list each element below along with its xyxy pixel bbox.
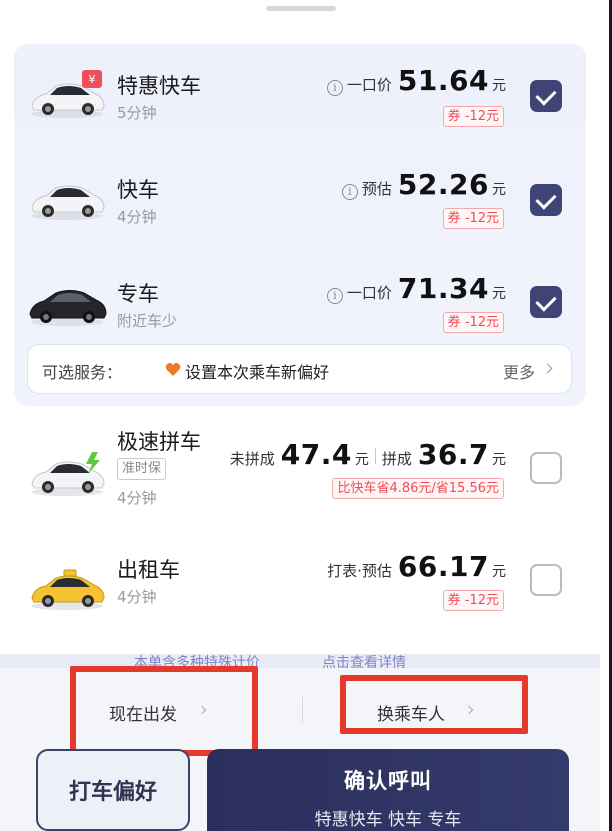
ride-option-carpool[interactable]: 极速拼车 4分钟 未拼成 47.4 元 拼成 36.7 元 比快车省4.86元/… — [0, 410, 600, 510]
optional-services-bar[interactable]: 可选服务： 设置本次乘车新偏好 更多 — [27, 344, 572, 394]
white-car-coupon-icon: ¥ — [26, 68, 108, 122]
option-checkbox[interactable] — [530, 184, 562, 216]
highlight-box-depart — [70, 666, 258, 756]
coupon-badge: 券 -12元 — [442, 590, 504, 611]
price-unit: 元 — [492, 182, 506, 198]
price-unit: 元 — [492, 286, 506, 302]
coupon-badge: 券 -12元 — [442, 106, 504, 127]
option-name: 特惠快车 — [117, 74, 201, 98]
ride-option-zhuanche[interactable]: 专车 附近车少 i 一口价 71.34 元 券 -12元 — [0, 252, 600, 352]
eta-text: 4分钟 — [117, 489, 157, 507]
price-line: i 预估 52.26 元 — [341, 168, 506, 201]
info-icon[interactable]: i — [326, 288, 343, 304]
price-value: 66.17 — [397, 550, 489, 583]
pooled-label: 拼成 — [381, 450, 412, 468]
coupon-badge: 券 -12元 — [442, 312, 504, 333]
unpooled-price: 47.4 — [280, 438, 352, 471]
price-label: 一口价 — [346, 284, 392, 302]
price-line: 打表·预估 66.17 元 — [327, 550, 506, 583]
price-label: 打表·预估 — [327, 562, 392, 580]
preference-link[interactable]: 设置本次乘车新偏好 — [185, 359, 329, 383]
option-checkbox[interactable] — [530, 286, 562, 318]
eta-text: 附近车少 — [117, 312, 178, 330]
selected-options-summary: 特惠快车 快车 专车 — [314, 810, 462, 830]
option-name: 出租车 — [117, 558, 180, 582]
price-line: i 一口价 71.34 元 — [326, 272, 506, 305]
svg-text:¥: ¥ — [89, 73, 96, 86]
black-car-icon — [26, 276, 108, 330]
drag-handle[interactable] — [266, 6, 336, 11]
price-value: 51.64 — [397, 64, 489, 97]
eta-text: 5分钟 — [117, 104, 157, 122]
more-link[interactable]: 更多 — [503, 359, 535, 383]
confirm-label: 确认呼叫 — [344, 769, 432, 793]
chevron-right-icon — [542, 363, 553, 374]
carpool-price-line: 未拼成 47.4 元 拼成 36.7 元 — [230, 438, 506, 471]
option-checkbox[interactable] — [530, 452, 562, 484]
option-name: 专车 — [117, 282, 159, 306]
price-label: 一口价 — [346, 76, 392, 94]
confirm-call-button[interactable]: 确认呼叫 特惠快车 快车 专车 — [207, 749, 569, 831]
divider — [302, 697, 303, 723]
unpooled-label: 未拼成 — [229, 450, 275, 468]
eta-text: 4分钟 — [117, 588, 157, 606]
taxi-icon — [26, 560, 108, 614]
option-name: 快车 — [117, 178, 159, 202]
highlight-box-passenger — [340, 675, 528, 734]
savings-badge: 比快车省4.86元/省15.56元 — [332, 478, 504, 499]
heart-icon — [165, 363, 181, 376]
notice-link[interactable]: 点击查看详情 — [322, 654, 406, 668]
price-unit: 元 — [354, 452, 369, 468]
services-label: 可选服务： — [42, 363, 123, 382]
price-value: 71.34 — [397, 272, 489, 305]
price-unit: 元 — [492, 78, 506, 94]
pooled-price: 36.7 — [417, 438, 489, 471]
price-value: 52.26 — [397, 168, 489, 201]
ride-option-kuaiche[interactable]: 快车 4分钟 i 预估 52.26 元 券 -12元 — [0, 148, 600, 248]
price-unit: 元 — [492, 564, 506, 580]
ride-preference-button[interactable]: 打车偏好 — [36, 749, 190, 831]
ride-option-taxi[interactable]: 出租车 4分钟 打表·预估 66.17 元 券 -12元 — [0, 534, 600, 634]
info-icon[interactable]: i — [326, 80, 343, 96]
price-unit: 元 — [492, 452, 506, 468]
eta-text: 4分钟 — [117, 208, 157, 226]
info-icon[interactable]: i — [341, 184, 358, 200]
ride-option-tehui[interactable]: ¥ 特惠快车 5分钟 i 一口价 51.64 元 券 -12元 — [0, 44, 600, 144]
option-checkbox[interactable] — [530, 80, 562, 112]
price-divider — [374, 448, 376, 464]
coupon-badge: 券 -12元 — [442, 208, 504, 229]
price-label: 预估 — [361, 180, 392, 198]
white-car-icon — [26, 170, 108, 224]
option-checkbox[interactable] — [530, 564, 562, 596]
price-line: i 一口价 51.64 元 — [326, 64, 506, 97]
on-time-tag: 准时保 — [117, 458, 167, 480]
electric-car-icon — [26, 446, 108, 500]
option-name: 极速拼车 — [117, 430, 201, 454]
